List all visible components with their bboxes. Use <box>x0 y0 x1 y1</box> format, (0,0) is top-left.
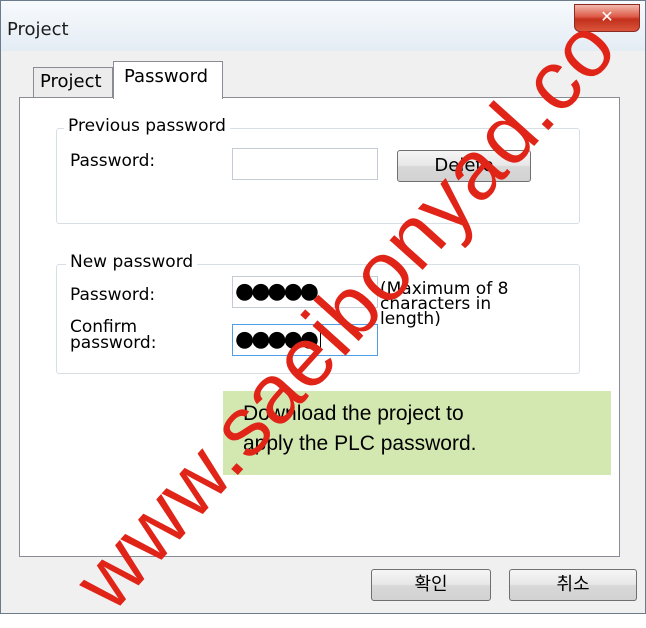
cancel-button[interactable]: 취소 <box>509 569 637 601</box>
close-button[interactable]: ✕ <box>574 4 640 32</box>
note-line-1: Download the project to <box>243 402 464 425</box>
confirm-password-field[interactable]: ●●●●● <box>232 324 378 356</box>
download-note-callout: Download the project to apply the PLC pa… <box>223 391 611 475</box>
confirm-password-value: ●●●●● <box>235 327 319 352</box>
new-password-field[interactable]: ●●●●● <box>232 276 378 308</box>
ok-button[interactable]: 확인 <box>371 569 491 601</box>
tab-password[interactable]: Password <box>113 61 223 99</box>
previous-password-field[interactable] <box>232 148 378 180</box>
project-dialog: Project ✕ Project Password Previous pass… <box>0 0 646 614</box>
password-tab-panel: Previous password Password: Delete New p… <box>19 97 620 557</box>
close-icon: ✕ <box>600 7 614 26</box>
window-title: Project <box>7 19 69 40</box>
confirm-password-label-line2: password: <box>70 333 157 353</box>
new-password-group-label: New password <box>66 252 198 272</box>
previous-password-label: Password: <box>70 151 156 171</box>
hint-line-3: length) <box>380 309 441 329</box>
delete-button[interactable]: Delete <box>397 150 531 182</box>
tab-project[interactable]: Project <box>33 67 113 97</box>
previous-password-group-label: Previous password <box>64 116 230 136</box>
tab-project-label: Project <box>40 71 102 92</box>
password-length-hint: (Maximum of 8 characters in length) <box>380 281 508 329</box>
note-line-2: apply the PLC password. <box>243 432 477 455</box>
new-password-label: Password: <box>70 285 156 305</box>
text-caret <box>319 330 321 350</box>
tab-password-label: Password <box>124 66 209 87</box>
title-bar[interactable]: Project ✕ <box>1 1 645 51</box>
